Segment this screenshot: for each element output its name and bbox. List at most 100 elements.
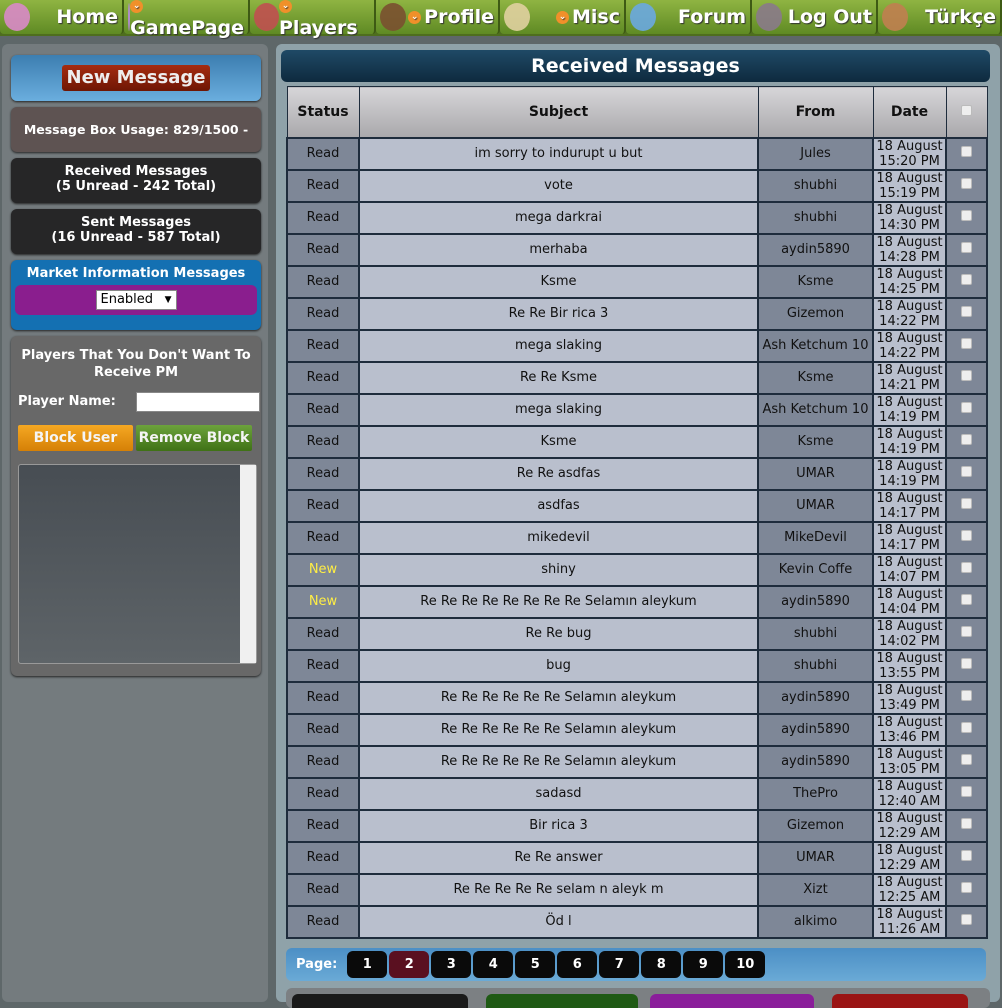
table-row[interactable]: Read mikedevil MikeDevil 18 August 14:17 PM bbox=[286, 520, 988, 555]
table-row[interactable]: Read Re Re bug shubhi 18 August 14:02 PM bbox=[286, 616, 988, 651]
sent-messages-link[interactable]: Sent Messages (16 Unread - 587 Total) bbox=[11, 209, 261, 254]
row-checkbox[interactable] bbox=[961, 530, 972, 541]
subject-cell[interactable]: mega slaking bbox=[358, 328, 759, 363]
subject-cell[interactable]: shiny bbox=[358, 552, 759, 587]
from-cell[interactable]: Ash Ketchum 10 bbox=[757, 392, 874, 427]
row-checkbox[interactable] bbox=[961, 850, 972, 861]
table-row[interactable]: Read asdfas UMAR 18 August 14:17 PM bbox=[286, 488, 988, 523]
table-row[interactable]: Read Re Re Re Re Re Re Selamın aleykum ayd… bbox=[286, 744, 988, 779]
from-cell[interactable]: shubhi bbox=[757, 648, 874, 683]
from-cell[interactable]: Gizemon bbox=[757, 808, 874, 843]
subject-cell[interactable]: asdfas bbox=[358, 488, 759, 523]
subject-cell[interactable]: Öd l bbox=[358, 904, 759, 939]
row-checkbox[interactable] bbox=[961, 274, 972, 285]
from-cell[interactable]: shubhi bbox=[757, 168, 874, 203]
from-cell[interactable]: UMAR bbox=[757, 840, 874, 875]
blocked-users-list[interactable] bbox=[18, 464, 257, 664]
subject-cell[interactable]: mega slaking bbox=[358, 392, 759, 427]
column-date[interactable]: Date bbox=[872, 86, 947, 138]
table-row[interactable]: Read sadasd ThePro 18 August 12:40 AM bbox=[286, 776, 988, 811]
select-all-checkbox[interactable] bbox=[961, 104, 972, 116]
page-7-button[interactable]: 7 bbox=[599, 951, 640, 978]
block-user-button[interactable]: Block User bbox=[18, 425, 133, 451]
page-3-button[interactable]: 3 bbox=[431, 951, 472, 978]
table-row[interactable]: Read Bir rica 3 Gizemon 18 August 12:29 AM bbox=[286, 808, 988, 843]
subject-cell[interactable]: Re Re Bir rica 3 bbox=[358, 296, 759, 331]
nav-misc[interactable]: ⌄ Misc bbox=[500, 0, 626, 34]
row-checkbox[interactable] bbox=[961, 690, 972, 701]
row-checkbox[interactable] bbox=[961, 402, 972, 413]
page-5-button[interactable]: 5 bbox=[515, 951, 556, 978]
table-row[interactable]: Read Öd l alkimo 18 August 11:26 AM bbox=[286, 904, 988, 939]
nav-t-rk-e[interactable]: Türkçe bbox=[878, 0, 1002, 34]
page-6-button[interactable]: 6 bbox=[557, 951, 598, 978]
row-checkbox[interactable] bbox=[961, 626, 972, 637]
table-row[interactable]: Read Re Re Re Re Re Re Selamın aleykum ayd… bbox=[286, 712, 988, 747]
page-9-button[interactable]: 9 bbox=[683, 951, 724, 978]
from-cell[interactable]: MikeDevil bbox=[757, 520, 874, 555]
player-name-input[interactable] bbox=[136, 392, 260, 412]
subject-cell[interactable]: Ksme bbox=[358, 424, 759, 459]
table-row[interactable]: Read Re Re asdfas UMAR 18 August 14:19 PM bbox=[286, 456, 988, 491]
row-checkbox[interactable] bbox=[961, 914, 972, 925]
new-message-button[interactable]: New Message bbox=[62, 65, 210, 91]
row-checkbox[interactable] bbox=[961, 882, 972, 893]
row-checkbox[interactable] bbox=[961, 658, 972, 669]
table-row[interactable]: New shiny Kevin Coffe 18 August 14:07 PM bbox=[286, 552, 988, 587]
table-row[interactable]: Read im sorry to indurupt u but Jules 18 Au… bbox=[286, 136, 988, 171]
table-row[interactable]: New Re Re Re Re Re Re Re Re Selamın aleyk… bbox=[286, 584, 988, 619]
table-row[interactable]: Read Re Re answer UMAR 18 August 12:29 AM bbox=[286, 840, 988, 875]
row-checkbox[interactable] bbox=[961, 146, 972, 157]
row-checkbox[interactable] bbox=[961, 818, 972, 829]
nav-gamepage[interactable]: ⌄ GamePage bbox=[124, 0, 250, 39]
from-cell[interactable]: UMAR bbox=[757, 456, 874, 491]
row-checkbox[interactable] bbox=[961, 786, 972, 797]
from-cell[interactable]: aydin5890 bbox=[757, 744, 874, 779]
row-checkbox[interactable] bbox=[961, 594, 972, 605]
subject-cell[interactable]: Ksme bbox=[358, 264, 759, 299]
row-checkbox[interactable] bbox=[961, 178, 972, 189]
from-cell[interactable]: aydin5890 bbox=[757, 584, 874, 619]
nav-log-out[interactable]: Log Out bbox=[752, 0, 878, 34]
from-cell[interactable]: UMAR bbox=[757, 488, 874, 523]
page-2-button[interactable]: 2 bbox=[389, 951, 430, 978]
nav-forum[interactable]: Forum bbox=[626, 0, 752, 34]
subject-cell[interactable]: Re Re Re Re Re Re Selamın aleykum bbox=[358, 712, 759, 747]
from-cell[interactable]: shubhi bbox=[757, 616, 874, 651]
market-info-select[interactable]: Enabled ▼ bbox=[95, 290, 177, 310]
from-cell[interactable]: Gizemon bbox=[757, 296, 874, 331]
subject-cell[interactable]: Bir rica 3 bbox=[358, 808, 759, 843]
from-cell[interactable]: Jules bbox=[757, 136, 874, 171]
nav-players[interactable]: ⌄ Players bbox=[250, 0, 376, 39]
page-8-button[interactable]: 8 bbox=[641, 951, 682, 978]
from-cell[interactable]: Ash Ketchum 10 bbox=[757, 328, 874, 363]
from-cell[interactable]: aydin5890 bbox=[757, 712, 874, 747]
from-cell[interactable]: Xizt bbox=[757, 872, 874, 907]
row-checkbox[interactable] bbox=[961, 210, 972, 221]
from-cell[interactable]: alkimo bbox=[757, 904, 874, 939]
subject-cell[interactable]: mega darkrai bbox=[358, 200, 759, 235]
table-row[interactable]: Read Ksme Ksme 18 August 14:19 PM bbox=[286, 424, 988, 459]
subject-cell[interactable]: merhaba bbox=[358, 232, 759, 267]
row-checkbox[interactable] bbox=[961, 562, 972, 573]
from-cell[interactable]: ThePro bbox=[757, 776, 874, 811]
subject-cell[interactable]: Re Re Ksme bbox=[358, 360, 759, 395]
action-button-purple[interactable] bbox=[650, 994, 814, 1008]
table-row[interactable]: Read Re Re Re Re Re Re Selamın aleykum ayd… bbox=[286, 680, 988, 715]
subject-cell[interactable]: Re Re bug bbox=[358, 616, 759, 651]
from-cell[interactable]: shubhi bbox=[757, 200, 874, 235]
subject-cell[interactable]: Re Re Re Re Re Re Selamın aleykum bbox=[358, 680, 759, 715]
column-subject[interactable]: Subject bbox=[358, 86, 759, 138]
subject-cell[interactable]: Re Re Re Re Re Re Re Re Selamın aleykum bbox=[358, 584, 759, 619]
table-row[interactable]: Read mega slaking Ash Ketchum 10 18 August 1… bbox=[286, 392, 988, 427]
page-10-button[interactable]: 10 bbox=[725, 951, 766, 978]
table-row[interactable]: Read Re Re Re Re Re selam n aleyk m Xizt 18… bbox=[286, 872, 988, 907]
subject-cell[interactable]: Re Re Re Re Re Re Selamın aleykum bbox=[358, 744, 759, 779]
from-cell[interactable]: Ksme bbox=[757, 360, 874, 395]
subject-cell[interactable]: bug bbox=[358, 648, 759, 683]
action-button-black[interactable] bbox=[292, 994, 468, 1008]
row-checkbox[interactable] bbox=[961, 434, 972, 445]
page-4-button[interactable]: 4 bbox=[473, 951, 514, 978]
row-checkbox[interactable] bbox=[961, 338, 972, 349]
scrollbar[interactable] bbox=[240, 465, 256, 663]
